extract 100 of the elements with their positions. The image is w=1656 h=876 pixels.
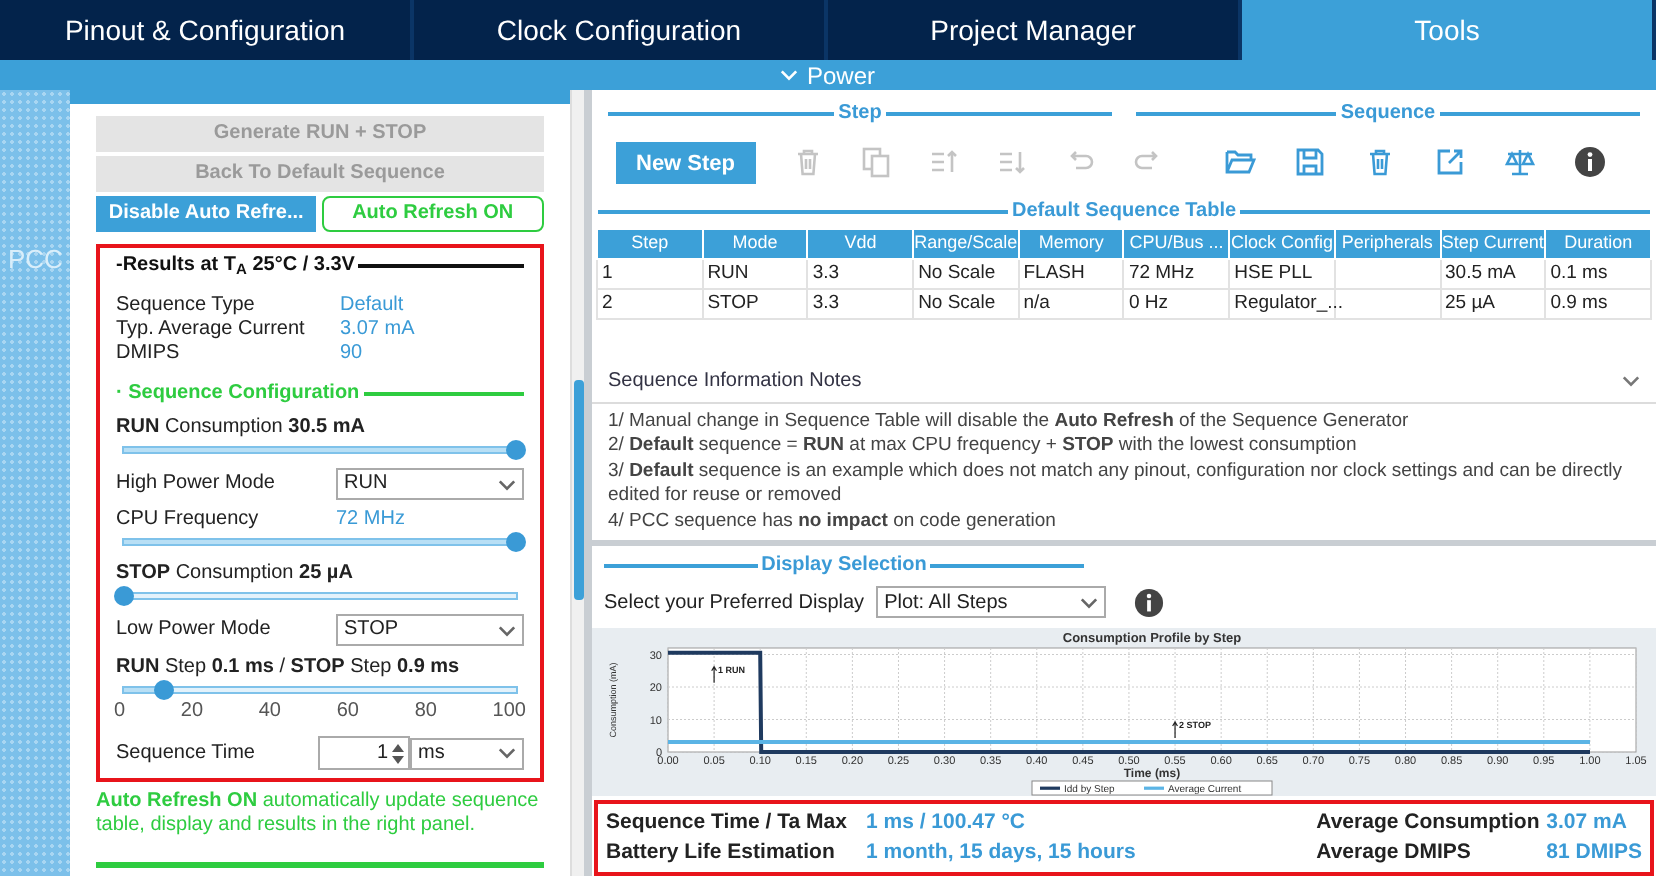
section-heading: · Sequence Configuration	[116, 382, 360, 406]
column-header[interactable]: Vdd	[807, 229, 914, 258]
tick-label: 100	[492, 700, 526, 724]
column-header[interactable]: Step Current	[1440, 229, 1546, 258]
export-icon[interactable]	[1433, 146, 1466, 178]
field-value: 72 MHz	[336, 508, 405, 532]
table-cell: RUN	[702, 258, 808, 289]
annotation-arrow	[1172, 720, 1179, 739]
chevron-icon[interactable]	[498, 475, 516, 493]
table-cell: 30.5 mA	[1440, 258, 1546, 289]
tick-label: 60	[336, 700, 359, 724]
field-label: CPU Frequency	[116, 508, 261, 532]
table-cell: No Scale	[913, 258, 1019, 289]
column-header[interactable]: Clock Config	[1229, 229, 1335, 258]
slider-thumb[interactable]	[153, 680, 174, 700]
table-cell: HSE PLL	[1229, 258, 1335, 289]
slider-thumb[interactable]	[506, 532, 526, 552]
field-value: Default	[340, 294, 404, 318]
field-value: 81 DMIPS	[1546, 838, 1642, 868]
table-cell: 0.1 ms	[1545, 258, 1651, 289]
table-cell: n/a	[1018, 288, 1124, 319]
table-cell: No Scale	[913, 288, 1019, 319]
section-header[interactable]: Power	[0, 60, 1656, 90]
slider-label: RUN Step 0.1 ms / STOP Step 0.9 ms	[116, 656, 462, 680]
field-label: Battery Life Estimation	[606, 838, 837, 868]
chevron-icon[interactable]	[498, 744, 516, 762]
tab[interactable]: Tools	[1242, 0, 1656, 60]
table-cell: 1	[597, 258, 703, 289]
table-cell: 25 µA	[1440, 288, 1546, 319]
field-label: Typ. Average Current	[116, 318, 307, 342]
field-label: High Power Mode	[116, 472, 277, 496]
slider[interactable]	[116, 586, 524, 606]
field-label: Average Consumption	[1316, 808, 1542, 838]
folder-icon[interactable]	[1223, 146, 1256, 178]
tick-label: 40	[258, 700, 281, 724]
results-heading: -Results at T$_{A}$ 25°C / 3.3V	[116, 254, 355, 278]
info-icon[interactable]	[1134, 587, 1165, 617]
table-cell: 3.3	[807, 258, 914, 289]
field-value: 1 month, 15 days, 15 hours	[866, 838, 1136, 868]
field-label: Select your Preferred Display	[604, 589, 865, 617]
column-header[interactable]: Step	[597, 229, 703, 258]
table-cell: FLASH	[1018, 258, 1124, 289]
scales-icon[interactable]	[1503, 146, 1536, 178]
slider-label: STOP Consumption 25 µA	[116, 562, 355, 586]
slider[interactable]	[116, 532, 524, 552]
table-cell: 0 Hz	[1123, 288, 1230, 319]
field-value: 90	[340, 342, 363, 366]
slider-thumb[interactable]	[114, 586, 134, 606]
note-text: 2/ Default sequence = RUN at max CPU frequency + STOP with the lowest consumption	[608, 434, 1359, 459]
group-title: Display Selection	[761, 552, 927, 580]
note-text: 4/ PCC sequence has no impact on code generation	[608, 509, 1058, 534]
spinner-arrows-icon[interactable]	[392, 741, 404, 765]
info-text: Auto Refresh ON automatically update sequence table, display and results in the right panel.	[96, 790, 541, 838]
column-header[interactable]: Memory	[1018, 229, 1124, 258]
dropdown-field[interactable]: Plot: All Steps	[876, 586, 1107, 618]
scrollbar-thumb[interactable]	[574, 380, 584, 600]
save-icon[interactable]	[1293, 146, 1326, 178]
number-field[interactable]: 1	[317, 736, 410, 770]
info-icon[interactable]	[1573, 146, 1606, 178]
group-title: Sequence	[1340, 100, 1436, 128]
field-label: Sequence Type	[116, 294, 257, 318]
table-title: Default Sequence Table	[1011, 198, 1237, 226]
slider-label: RUN Consumption 30.5 mA	[116, 416, 368, 440]
chevron-icon[interactable]	[498, 621, 516, 639]
new-step-button[interactable]: New Step	[616, 141, 756, 183]
column-header[interactable]: Mode	[702, 229, 808, 258]
tick-label: 80	[414, 700, 437, 724]
column-header[interactable]: CPU/Bus ...	[1123, 229, 1230, 258]
field-value: 3.07 mA	[340, 318, 415, 342]
annotation-arrow	[711, 665, 718, 684]
column-header[interactable]: Duration	[1545, 229, 1651, 258]
field-label: DMIPS	[116, 342, 182, 366]
sidebar-item[interactable]: PCC	[8, 240, 63, 279]
tick-label: 0	[114, 700, 126, 724]
field-label: Sequence Time / Ta Max	[606, 808, 849, 838]
field-value: 1 ms / 100.47 °C	[866, 808, 1025, 838]
action-button[interactable]: Auto Refresh ON	[321, 196, 544, 232]
panel-title: Sequence Information Notes	[608, 367, 862, 395]
field-label: Low Power Mode	[116, 618, 273, 642]
dropdown-field[interactable]: RUN	[336, 468, 524, 500]
slider[interactable]	[116, 440, 524, 460]
dropdown-field[interactable]: ms	[410, 737, 524, 769]
table-cell: STOP	[702, 288, 808, 319]
action-button[interactable]: Disable Auto Refre...	[96, 196, 317, 232]
field-label: Average DMIPS	[1316, 838, 1473, 868]
tick-label: 20	[180, 700, 204, 724]
dropdown-field[interactable]: STOP	[336, 614, 524, 646]
table-cell: 0.9 ms	[1545, 288, 1651, 319]
field-label: Sequence Time	[116, 741, 257, 765]
table-cell: 72 MHz	[1123, 258, 1230, 289]
field-value: 3.07 mA	[1546, 808, 1627, 838]
chevron-icon[interactable]	[1622, 371, 1640, 389]
table-cell: 2	[597, 288, 703, 319]
slider-thumb[interactable]	[506, 440, 526, 460]
column-header[interactable]: Range/Scale	[913, 229, 1019, 258]
column-header[interactable]: Peripherals	[1334, 229, 1440, 258]
note-text: 1/ Manual change in Sequence Table will disable the Auto Refresh of the Sequence Generator	[608, 409, 1411, 434]
chevron-icon[interactable]	[1080, 593, 1099, 611]
table-cell: 3.3	[807, 288, 914, 319]
group-title: Step	[838, 100, 882, 128]
